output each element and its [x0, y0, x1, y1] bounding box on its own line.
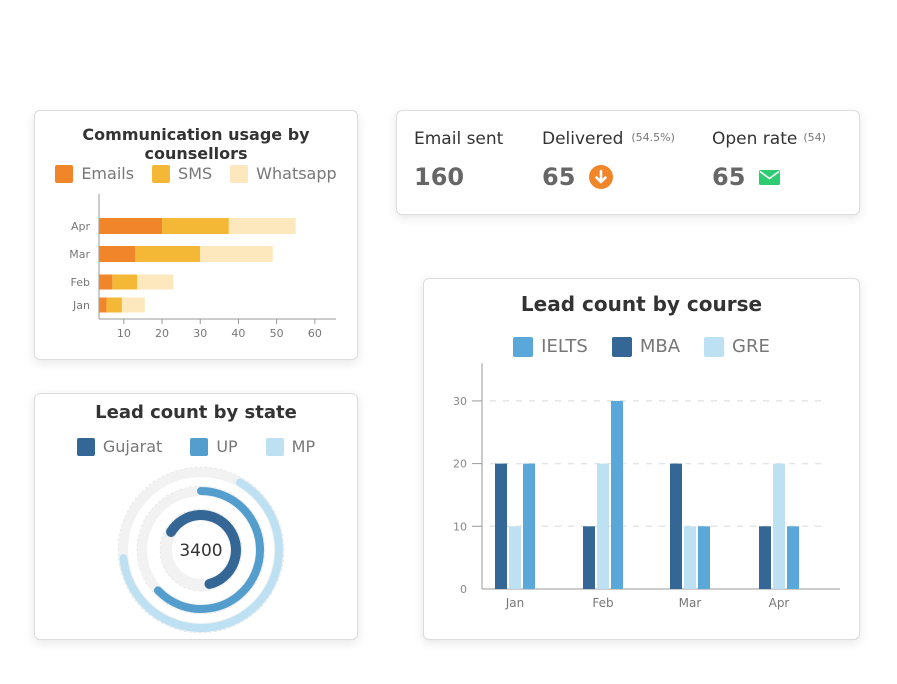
bar-whatsapp	[200, 246, 273, 262]
y-tick-label: Apr	[71, 220, 91, 233]
y-tick-label: Mar	[69, 248, 90, 261]
kpi-value: 65	[712, 163, 746, 191]
bar-whatsapp	[228, 218, 296, 234]
kpi-open-rate: Open rate (54) 65	[712, 129, 826, 191]
hbar-chart: 10 20 30 40 50 60 Jan Feb Mar Apr	[69, 194, 336, 340]
kpi-value: 160	[414, 163, 465, 191]
x-tick-label: Apr	[769, 596, 790, 610]
bar-mba	[495, 463, 507, 589]
x-tick-label: 20	[155, 327, 169, 340]
center-label: 3400	[179, 541, 222, 561]
lead-by-state-card: Lead count by state Gujarat UP MP 3400	[34, 393, 358, 640]
bar-sms	[162, 218, 229, 234]
y-tick-label: Feb	[71, 276, 90, 289]
bar-gre	[773, 463, 785, 589]
bar-mba	[670, 463, 682, 589]
y-tick-label: 0	[460, 583, 467, 596]
bar-mba	[583, 526, 595, 589]
radial-ring-chart: 3400	[117, 466, 285, 634]
bar-sms	[106, 297, 122, 313]
x-tick-label: 40	[231, 327, 245, 340]
communication-usage-card: Communication usage by counsellors Email…	[34, 110, 358, 360]
bar-ielts	[787, 526, 799, 589]
kpi-label: Open rate	[712, 129, 798, 149]
bar-emails	[99, 246, 136, 262]
bar-emails	[99, 274, 113, 290]
bar-ielts	[611, 400, 623, 589]
bar-emails	[99, 297, 107, 313]
bar-ielts	[698, 526, 710, 589]
bar-emails	[99, 218, 163, 234]
kpi-label: Email sent	[414, 129, 504, 149]
x-tick-label: 30	[193, 327, 207, 340]
y-tick-label: 20	[453, 458, 467, 471]
bar-whatsapp	[137, 274, 174, 290]
bar-mba	[759, 526, 771, 589]
vbar-chart: 0 10 20 30 Jan Feb Mar Apr	[453, 363, 840, 610]
x-tick-label: Feb	[592, 596, 613, 610]
x-tick-label: 60	[308, 327, 322, 340]
bar-whatsapp	[121, 297, 145, 313]
bar-gre	[509, 526, 521, 589]
envelope-icon	[759, 169, 781, 185]
kpi-value: 65	[542, 163, 576, 191]
kpi-email-sent: Email sent 160	[414, 129, 503, 191]
kpi-sub: (54.5%)	[631, 131, 675, 144]
kpi-label: Delivered	[542, 129, 624, 149]
kpi-delivered: Delivered (54.5%) 65	[542, 129, 675, 191]
x-tick-label: 50	[270, 327, 284, 340]
y-tick-label: 30	[453, 395, 467, 408]
bar-gre	[684, 526, 696, 589]
bar-gre	[597, 463, 609, 589]
y-tick-label: Jan	[72, 299, 90, 312]
email-kpi-card: Email sent 160 Delivered (54.5%) 65 Open …	[396, 110, 860, 215]
x-tick-label: Jan	[505, 596, 525, 610]
x-tick-label: 10	[117, 327, 131, 340]
lead-by-course-card: Lead count by course IELTS MBA GRE 0 10 20…	[423, 278, 860, 640]
bar-sms	[135, 246, 201, 262]
y-tick-label: 10	[453, 520, 467, 533]
bar-ielts	[523, 463, 535, 589]
kpi-sub: (54)	[803, 131, 826, 144]
x-tick-label: Mar	[679, 596, 702, 610]
bar-sms	[112, 274, 138, 290]
arrow-down-circle-icon	[589, 165, 614, 189]
